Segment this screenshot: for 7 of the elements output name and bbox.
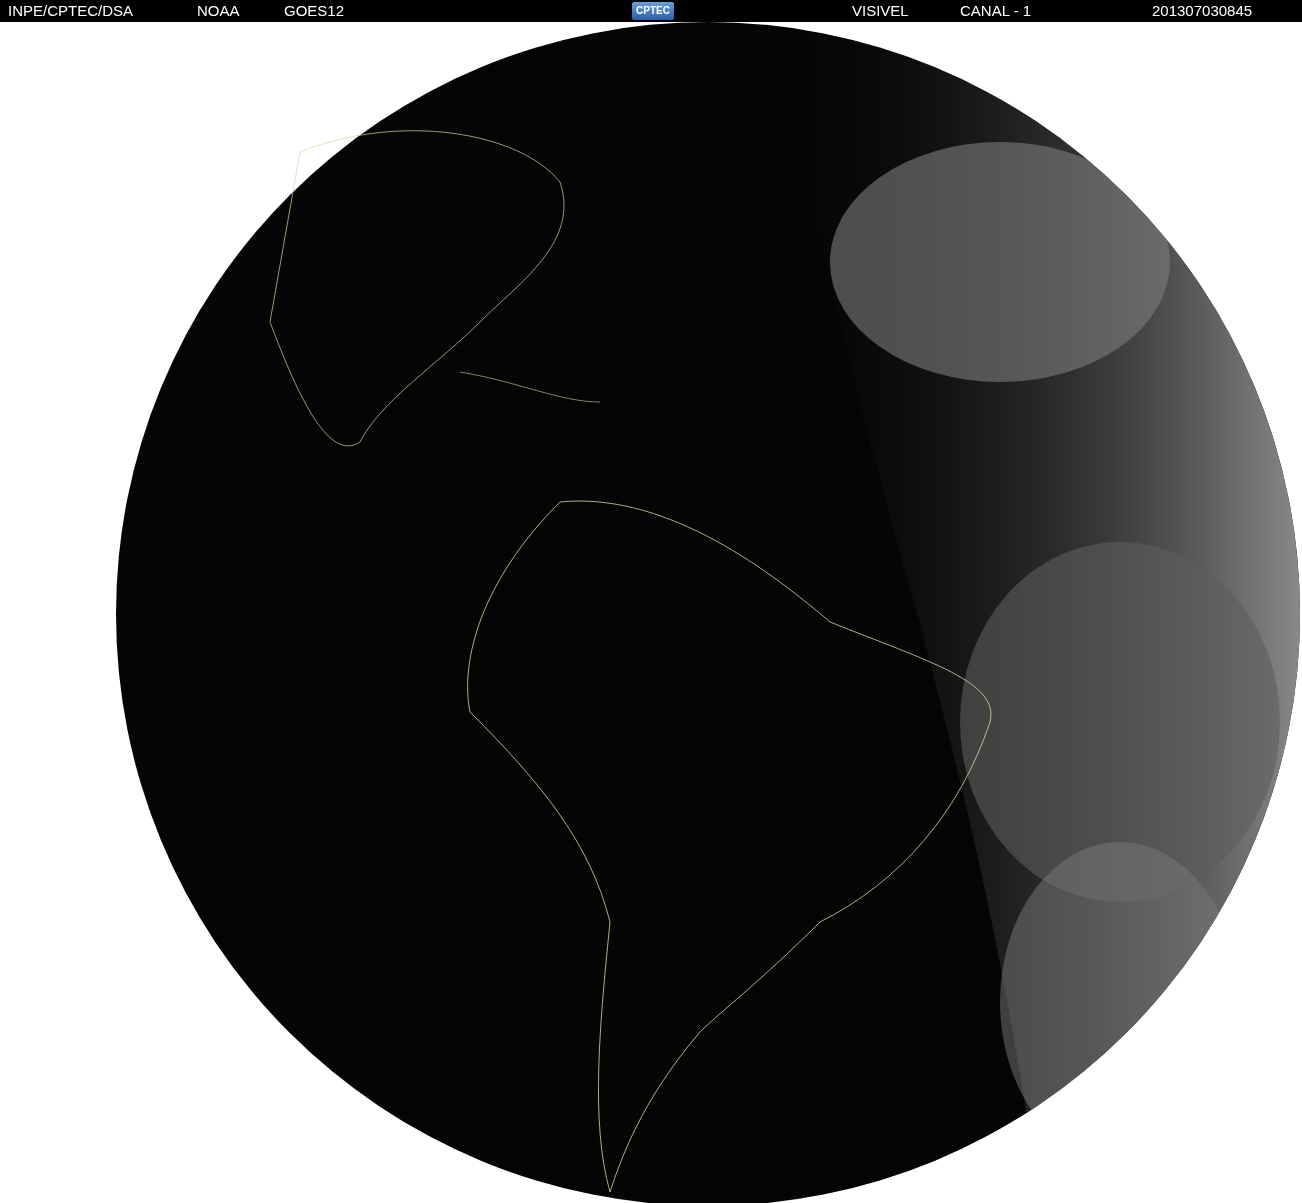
header-label: VISIVEL xyxy=(852,2,909,20)
header-label: GOES12 xyxy=(284,2,345,20)
header-label: CANAL - 1 xyxy=(960,2,1032,20)
header-label: INPE/CPTEC/DSA xyxy=(8,2,134,20)
header-label: 201307030845 xyxy=(1152,2,1253,20)
logo: CPTEC xyxy=(632,2,674,20)
header-label: NOAA xyxy=(197,2,240,20)
